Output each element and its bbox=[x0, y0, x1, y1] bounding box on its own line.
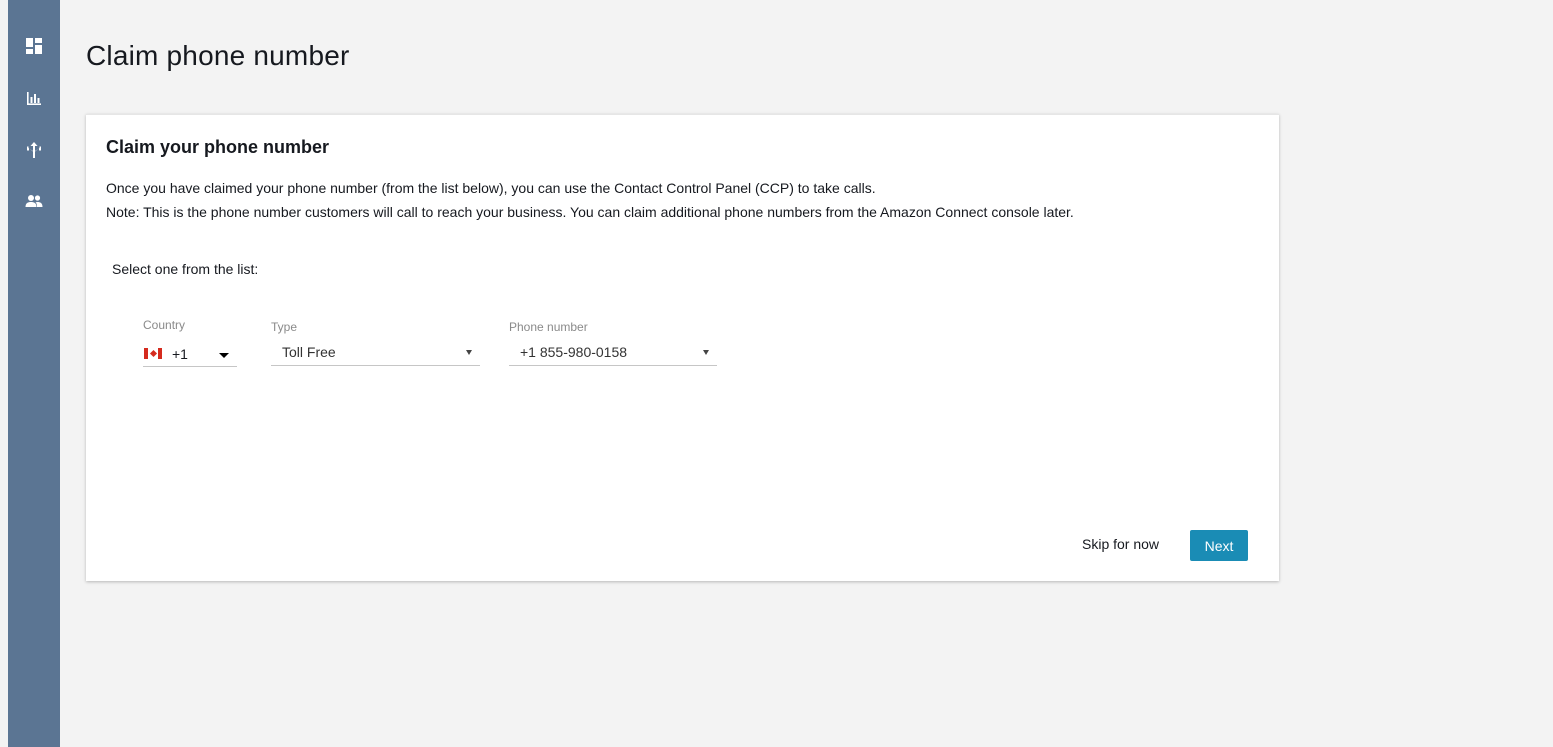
skip-for-now-link[interactable]: Skip for now bbox=[1082, 536, 1159, 552]
window-edge bbox=[0, 0, 8, 747]
phone-number-value: +1 855-980-0158 bbox=[520, 344, 628, 360]
country-code: +1 bbox=[172, 345, 188, 362]
canada-flag-icon bbox=[144, 348, 162, 359]
type-value: Toll Free bbox=[282, 344, 336, 360]
chevron-down-icon bbox=[466, 350, 472, 355]
chevron-down-icon bbox=[703, 350, 709, 355]
country-select[interactable]: +1 bbox=[143, 341, 237, 367]
dashboard-icon[interactable] bbox=[22, 34, 46, 58]
chevron-down-icon bbox=[219, 353, 229, 358]
page-title: Claim phone number bbox=[86, 40, 350, 71]
description-line-2: Note: This is the phone number customers… bbox=[106, 204, 1074, 220]
claim-number-card: Claim your phone number Once you have cl… bbox=[86, 114, 1279, 581]
sidebar-nav bbox=[8, 0, 60, 747]
description-line-1: Once you have claimed your phone number … bbox=[106, 180, 876, 196]
users-icon[interactable] bbox=[22, 189, 46, 213]
select-instruction: Select one from the list: bbox=[112, 261, 259, 277]
metrics-icon[interactable] bbox=[22, 86, 46, 110]
card-title: Claim your phone number bbox=[106, 137, 330, 157]
type-label: Type bbox=[271, 320, 298, 334]
next-button[interactable]: Next bbox=[1190, 530, 1248, 561]
type-select[interactable]: Toll Free bbox=[271, 339, 480, 366]
phone-number-label: Phone number bbox=[509, 320, 588, 334]
country-label: Country bbox=[143, 318, 186, 332]
phone-number-select[interactable]: +1 855-980-0158 bbox=[509, 339, 717, 366]
routing-icon[interactable] bbox=[22, 138, 46, 162]
